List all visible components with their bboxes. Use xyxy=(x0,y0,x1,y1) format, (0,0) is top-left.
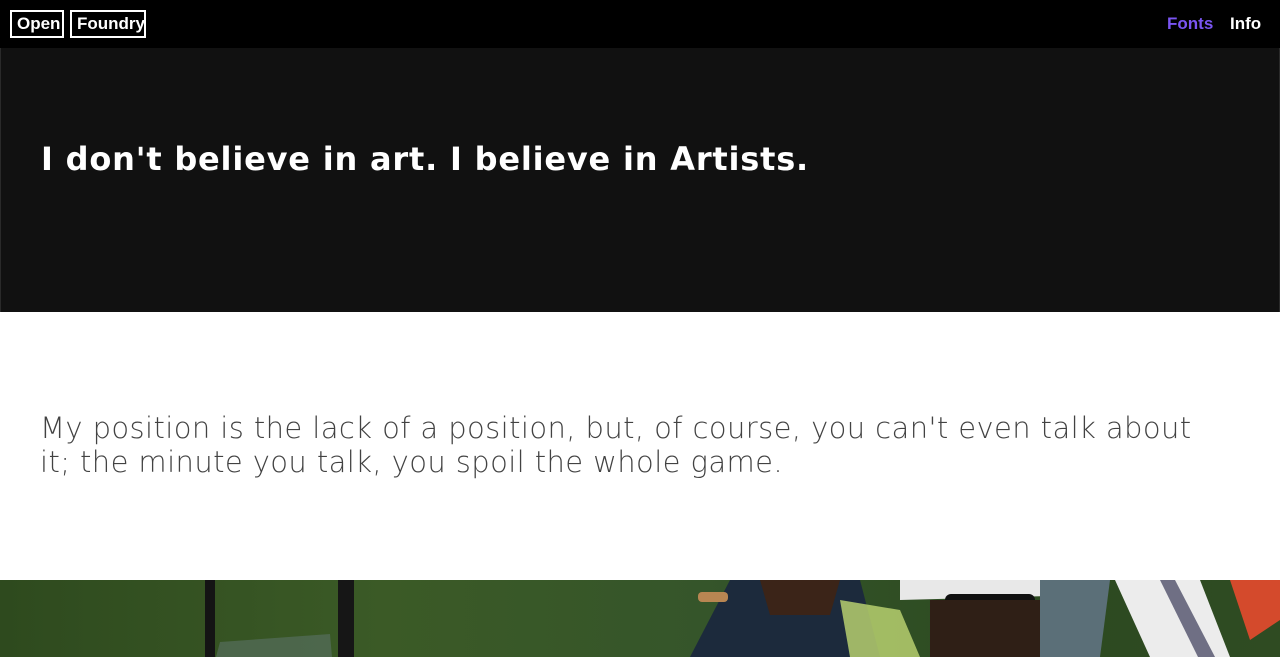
person-left-face xyxy=(760,580,840,615)
cart-windshield xyxy=(216,634,332,657)
nav-link-fonts[interactable]: Fonts xyxy=(1167,13,1213,35)
red-bag-accent xyxy=(1230,580,1280,640)
golf-photo-strip xyxy=(0,580,1280,657)
cart-pole-left xyxy=(205,580,215,657)
logo-open-box[interactable]: Open xyxy=(10,10,64,38)
photo-illustration xyxy=(205,580,1280,657)
quote-section: My position is the lack of a position, b… xyxy=(0,312,1280,580)
golf-bag xyxy=(1040,580,1110,657)
person-left-vest xyxy=(840,600,920,657)
quote-text: My position is the lack of a position, b… xyxy=(40,411,1192,479)
logo-foundry-box[interactable]: Foundry xyxy=(70,10,146,38)
cart-pole-right xyxy=(338,580,354,657)
top-navigation-bar: Open Foundry Fonts Info xyxy=(0,0,1280,48)
cigar-icon xyxy=(698,592,728,602)
person-right-face xyxy=(930,600,1050,657)
hero-title: I don't believe in art. I believe in Art… xyxy=(41,140,810,178)
hero-section: I don't believe in art. I believe in Art… xyxy=(0,48,1280,312)
nav-link-info[interactable]: Info xyxy=(1230,13,1261,35)
